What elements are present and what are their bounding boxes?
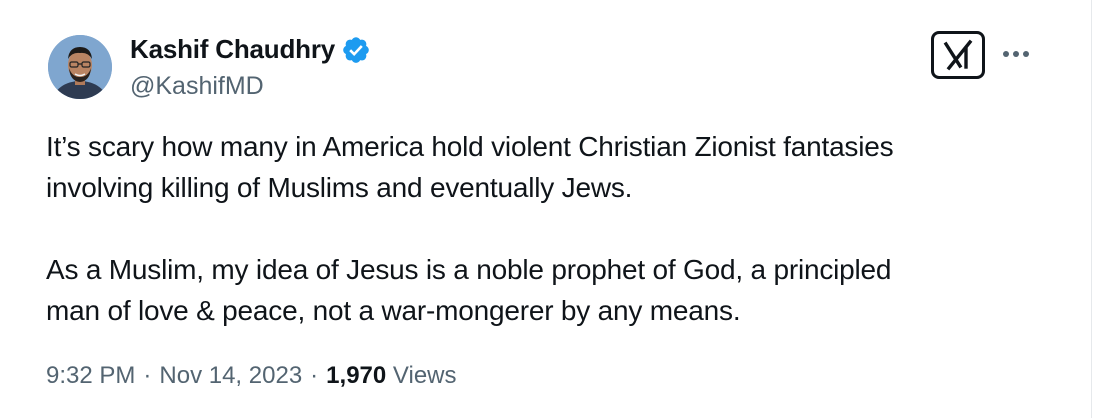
more-options-button[interactable] [998,38,1034,70]
views-label[interactable]: Views [393,362,457,389]
meta-separator: · [310,362,319,389]
author-handle[interactable]: @KashifMD [130,72,264,101]
grok-icon [943,39,973,71]
avatar[interactable] [48,35,112,99]
tweet-card: Kashif Chaudhry @KashifMD It’s scary how… [0,0,1092,418]
tweet-date[interactable]: Nov 14, 2023 [159,362,302,389]
tweet-time[interactable]: 9:32 PM [46,362,135,389]
tweet-line: man of love & peace, not a war-mongerer … [46,295,741,326]
tweet-paragraph-1: It’s scary how many in America hold viol… [46,126,1046,208]
meta-separator: · [143,362,152,389]
tweet-text: It’s scary how many in America hold viol… [46,126,1046,331]
avatar-image [48,35,112,99]
more-dots-icon [1003,51,1029,57]
tweet-line: As a Muslim, my idea of Jesus is a noble… [46,254,892,285]
author-name-row[interactable]: Kashif Chaudhry [130,34,371,65]
tweet-paragraph-2: As a Muslim, my idea of Jesus is a noble… [46,249,1046,331]
author-name[interactable]: Kashif Chaudhry [130,34,335,65]
views-count[interactable]: 1,970 [326,362,386,389]
verified-badge-icon [341,35,371,65]
grok-button[interactable] [931,31,985,79]
tweet-line: involving killing of Muslims and eventua… [46,172,633,203]
tweet-meta: 9:32 PM · Nov 14, 2023 · 1,970 Views [46,362,457,390]
tweet-line: It’s scary how many in America hold viol… [46,131,894,162]
